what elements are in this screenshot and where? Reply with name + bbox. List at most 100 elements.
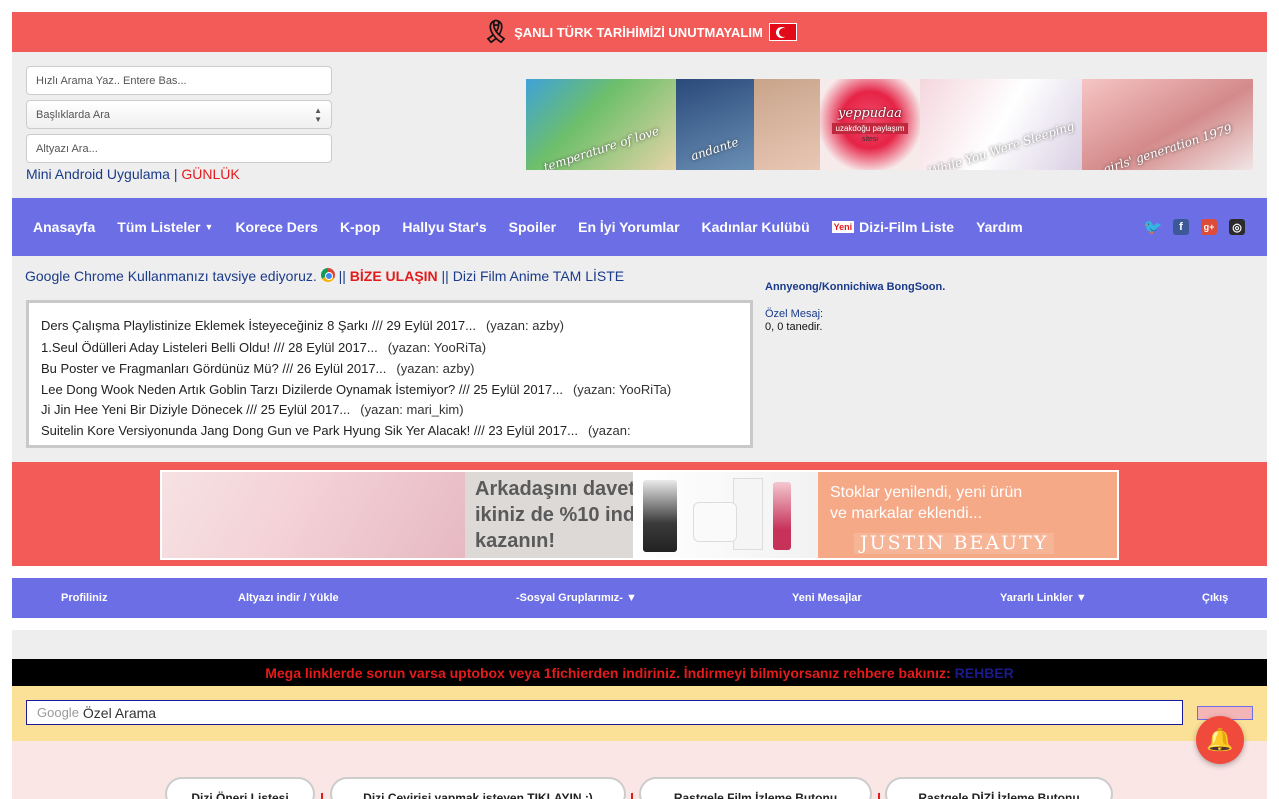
news-item[interactable]: Bu Poster ve Fragmanları Gördünüz Mü? //… (41, 358, 738, 380)
nav-all-lists[interactable]: Tüm Listeler ▼ (117, 219, 213, 235)
news-item[interactable]: Lee Dong Wook Neden Artık Goblin Tarzı D… (41, 380, 738, 399)
social-groups-menu[interactable]: -Sosyal Gruplarımız- ▼ (516, 592, 637, 604)
separator: || (441, 268, 449, 284)
banner-caption: temperature of love (541, 123, 661, 170)
chrome-icon (320, 268, 335, 282)
news-author: (yazan: (587, 423, 631, 438)
product-jar (693, 502, 737, 542)
twitter-icon[interactable]: 🐦 (1144, 219, 1163, 236)
news-author: (yazan: azby) (396, 361, 475, 376)
news-title[interactable]: Bu Poster ve Fragmanları Gördünüz Mü? //… (41, 361, 386, 376)
news-item[interactable]: Suitelin Kore Versiyonunda Jang Dong Gun… (41, 420, 738, 442)
news-title[interactable]: Ders Çalışma Playlistinize Eklemek İstey… (41, 318, 476, 333)
social-groups-label: -Sosyal Gruplarımız- (516, 592, 623, 604)
banner-caption: andante (689, 134, 741, 164)
main-nav: Anasayfa Tüm Listeler ▼ Korece Ders K-po… (12, 198, 1267, 256)
ad-products (633, 472, 818, 558)
chrome-recommendation: Google Chrome Kullanmanızı tavsiye ediyo… (25, 268, 317, 284)
ad-banner[interactable]: Arkadaşını davet et, ikiniz de %10 indir… (160, 470, 1119, 560)
news-title[interactable]: 1.Seul Ödülleri Aday Listeleri Belli Old… (41, 340, 378, 355)
bottom-buttons: Dizi Öneri Listesi Dizi Çevirisi yapmak … (12, 741, 1267, 799)
news-author: (yazan: mari_kim) (360, 401, 464, 417)
nav-help[interactable]: Yardım (976, 219, 1023, 235)
ad-brand: JUSTIN BEAUTY (854, 533, 1055, 554)
separator (878, 793, 880, 799)
nav-womens-club[interactable]: Kadınlar Kulübü (702, 219, 810, 235)
translate-series-button[interactable]: Dizi Çevirisi yapmak isteyen TIKLAYIN :) (330, 777, 626, 799)
nav-kpop[interactable]: K-pop (340, 219, 380, 235)
facebook-icon[interactable]: f (1173, 219, 1189, 235)
logo-site: sitesi (862, 136, 878, 143)
turkish-flag-icon (768, 23, 797, 41)
nav-series-film-label: Dizi-Film Liste (859, 219, 955, 235)
random-series-button[interactable]: Rastgele DİZİ İzleme Butonu (885, 777, 1113, 799)
diary-link[interactable]: GÜNLÜK (181, 166, 239, 182)
news-title[interactable]: Ji Jin Hee Yeni Bir Diziyle Dönecek /// … (41, 402, 350, 417)
custom-search-input[interactable]: Google Özel Arama (26, 700, 1183, 725)
ad-line: ikiniz de %10 indirim (475, 504, 672, 526)
logo-subtitle: uzakdoğu paylaşım (831, 123, 909, 134)
subtitles-link[interactable]: Altyazı indir / Yükle (238, 592, 339, 604)
separator: || (338, 268, 346, 284)
profile-link[interactable]: Profiliniz (61, 592, 107, 604)
new-badge: Yeni (831, 221, 855, 233)
android-app-link[interactable]: Mini Android Uygulama (26, 166, 170, 182)
logout-link[interactable]: Çıkış (1202, 592, 1228, 604)
notice-text: Mega linklerde sorun varsa uptobox veya … (265, 664, 951, 681)
recommendation-line: Google Chrome Kullanmanızı tavsiye ediyo… (25, 268, 624, 284)
logo-title: yeppudaa (838, 106, 902, 121)
news-title[interactable]: Lee Dong Wook Neden Artık Goblin Tarzı D… (41, 382, 563, 397)
news-title[interactable]: Suitelin Kore Versiyonunda Jang Dong Gun… (41, 423, 578, 438)
quick-search-placeholder: Hızlı Arama Yaz.. Entere Bas... (36, 74, 187, 87)
separator (321, 793, 323, 799)
banner-panel-portrait (754, 79, 820, 170)
link-separator: | (173, 166, 178, 182)
google-plus-icon[interactable]: g+ (1201, 219, 1217, 235)
ad-line: Arkadaşını davet et, (475, 478, 664, 500)
nav-hallyu-stars[interactable]: Hallyu Star's (402, 219, 486, 235)
news-item[interactable]: Ji Jin Hee Yeni Bir Diziyle Dönecek /// … (41, 399, 738, 421)
banner-caption: While You Were Sleeping (926, 118, 1076, 170)
social-links: 🐦 f g+ ◎ (1144, 219, 1245, 236)
instagram-icon[interactable]: ◎ (1229, 219, 1245, 235)
news-author: (yazan: azby) (485, 318, 565, 333)
banner-panel-andante: andante (676, 79, 754, 170)
header-banner-image[interactable]: temperature of love andante yeppudaa uza… (526, 79, 1253, 170)
product-tube (643, 480, 677, 552)
nav-best-comments[interactable]: En İyi Yorumlar (578, 219, 679, 235)
news-item[interactable]: 1.Seul Ödülleri Aday Listeleri Belli Old… (41, 337, 738, 359)
welcome-message[interactable]: Annyeong/Konnichiwa BongSoon. (765, 281, 945, 293)
product-box (733, 478, 763, 550)
memorial-banner: 🎗 ŞANLI TÜRK TARİHİMİZİ UNUTMAYALIM (12, 12, 1267, 52)
nav-home[interactable]: Anasayfa (33, 219, 95, 235)
caret-down-icon: ▼ (1075, 592, 1087, 604)
random-film-button[interactable]: Rastgele Film İzleme Butonu (639, 777, 872, 799)
useful-links-menu[interactable]: Yararlı Linkler ▼ (1000, 592, 1087, 604)
ad-strip: Arkadaşını davet et, ikiniz de %10 indir… (12, 462, 1267, 566)
series-suggestion-button[interactable]: Dizi Öneri Listesi (165, 777, 315, 799)
news-ticker[interactable]: Ders Çalışma Playlistinize Eklemek İstey… (26, 300, 753, 448)
new-messages-link[interactable]: Yeni Mesajlar (792, 592, 862, 604)
title-select-value: Başlıklarda Ara (36, 108, 110, 121)
contact-link[interactable]: BİZE ULAŞIN (350, 268, 438, 284)
memorial-text: ŞANLI TÜRK TARİHİMİZİ UNUTMAYALIM (514, 24, 763, 40)
ad-photo (162, 472, 465, 558)
guide-link[interactable]: REHBER (955, 665, 1014, 681)
nav-series-film-list[interactable]: Yeni Dizi-Film Liste (831, 219, 955, 235)
download-notice: Mega linklerde sorun varsa uptobox veya … (12, 659, 1267, 686)
black-ribbon-icon: 🎗 (482, 19, 511, 44)
search-placeholder: Özel Arama (82, 704, 157, 721)
caret-down-icon: ▼ (626, 592, 637, 604)
subtitle-search-input[interactable]: Altyazı Ara... (26, 134, 332, 163)
nav-spoiler[interactable]: Spoiler (509, 219, 556, 235)
private-message-label[interactable]: Özel Mesaj: (765, 308, 823, 320)
nav-korean-lessons[interactable]: Korece Ders (235, 219, 318, 235)
title-search-select[interactable]: Başlıklarda Ara ▲ ▼ (26, 100, 332, 129)
quick-search-input[interactable]: Hızlı Arama Yaz.. Entere Bas... (26, 66, 332, 95)
site-header: Hızlı Arama Yaz.. Entere Bas... Başlıkla… (12, 52, 1267, 198)
notification-bell-icon[interactable]: 🔔 (1196, 716, 1244, 764)
news-item[interactable]: Ders Çalışma Playlistinize Eklemek İstey… (41, 315, 738, 337)
private-message-count: 0, 0 tanedir. (765, 321, 823, 333)
full-list-link[interactable]: Dizi Film Anime TAM LİSTE (453, 268, 624, 284)
subtitle-search-placeholder: Altyazı Ara... (36, 142, 98, 155)
